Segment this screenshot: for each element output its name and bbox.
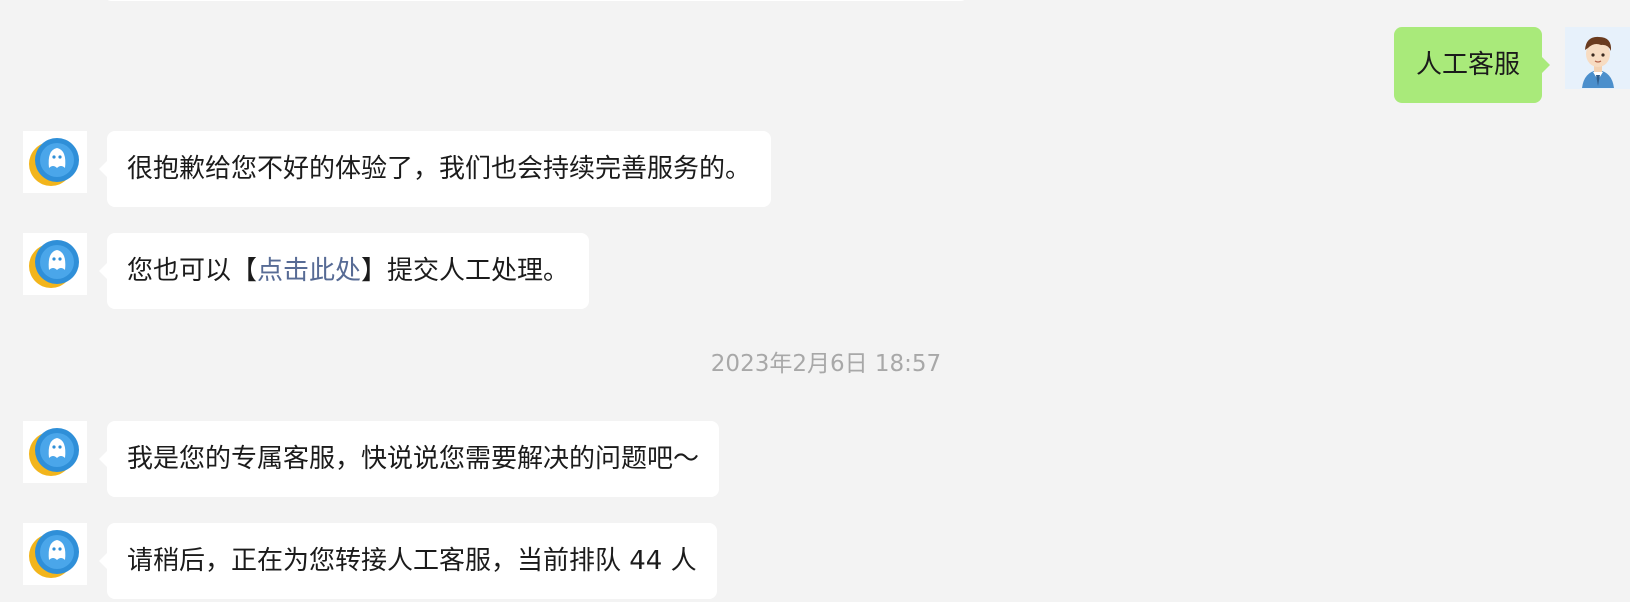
service-bot-avatar-icon <box>29 428 79 476</box>
user-avatar[interactable] <box>1565 27 1630 89</box>
bot-message-suffix: 】提交人工处理。 <box>361 256 570 286</box>
service-bot-avatar-icon <box>29 530 79 578</box>
bot-message-bubble[interactable]: 很抱歉给您不好的体验了，我们也会持续完善服务的。 <box>98 131 772 207</box>
service-bot-avatar-icon <box>29 138 79 186</box>
bot-message-bubble[interactable]: 您也可以【点击此处】提交人工处理。 <box>98 233 590 309</box>
previous-message-bubble <box>105 0 967 1</box>
user-message-bubble[interactable]: 人工客服 <box>1393 27 1551 103</box>
service-bot-avatar-icon <box>29 240 79 288</box>
user-message-text: 人工客服 <box>1415 50 1520 80</box>
user-cartoon-avatar-icon <box>1567 28 1628 88</box>
chat-timestamp: 2023年2月6日 18:57 <box>710 351 942 377</box>
bot-message-bubble[interactable]: 我是您的专属客服，快说说您需要解决的问题吧～ <box>98 421 720 497</box>
bot-message-prefix: 您也可以【 <box>127 256 258 286</box>
bot-avatar[interactable] <box>23 233 87 295</box>
bot-message-bubble[interactable]: 请稍后，正在为您转接人工客服，当前排队 44 人 <box>99 523 717 599</box>
bot-avatar[interactable] <box>23 421 87 483</box>
bot-message-text: 很抱歉给您不好的体验了，我们也会持续完善服务的。 <box>127 154 752 184</box>
bot-avatar[interactable] <box>23 131 87 193</box>
bot-message-text: 我是您的专属客服，快说说您需要解决的问题吧～ <box>127 444 700 474</box>
submit-manual-link[interactable]: 点击此处 <box>257 256 361 286</box>
bot-avatar[interactable] <box>23 523 87 585</box>
bot-message-text: 请稍后，正在为您转接人工客服，当前排队 44 人 <box>127 546 697 576</box>
